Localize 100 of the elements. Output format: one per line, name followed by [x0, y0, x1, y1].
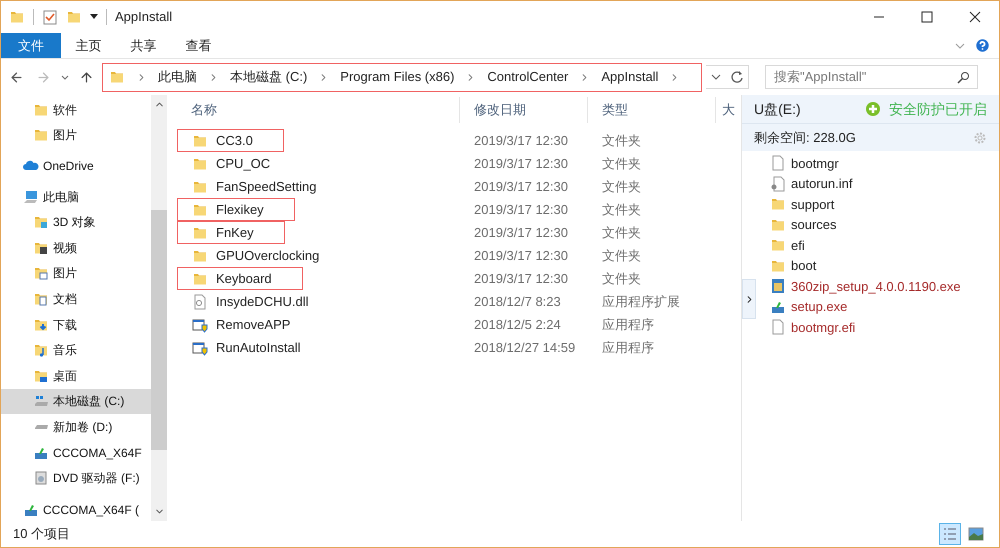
nav-item[interactable]: 下载 [1, 312, 151, 338]
file-name-cell[interactable]: InsydeDCHU.dll [177, 290, 340, 313]
nav-item[interactable]: 图片 [1, 122, 151, 148]
dropdown-icon[interactable] [90, 14, 98, 20]
nav-item[interactable]: 新加卷 (D:) [1, 414, 151, 440]
date-cell-text: 2019/3/17 12:30 [473, 200, 569, 219]
drive-title: U盘(E:) [754, 100, 801, 119]
folder-icon [770, 237, 786, 254]
folder-icon [33, 214, 49, 230]
folder-icon [9, 9, 25, 25]
nav-item[interactable]: CCCOMA_X64F [1, 440, 151, 466]
usb-file-item[interactable]: boot [770, 256, 961, 276]
nav-item[interactable]: OneDrive [1, 153, 151, 179]
breadcrumb[interactable]: 本地磁盘 (C:) [230, 67, 308, 87]
shield-plus-icon [865, 101, 881, 117]
date-cell-text: 2018/12/27 14:59 [473, 338, 576, 357]
column-header[interactable]: 修改日期 [460, 97, 588, 123]
column-header[interactable]: 名称 [177, 97, 460, 123]
folder-icon [33, 265, 49, 282]
usb-file-item[interactable]: setup.exe [770, 296, 961, 317]
nav-item[interactable]: 视频 [1, 234, 151, 261]
type-cell-text: 文件夹 [601, 224, 642, 242]
checklist-icon[interactable] [42, 9, 58, 25]
shield-window-icon [192, 340, 208, 356]
search-icon[interactable] [957, 70, 970, 84]
nav-item[interactable]: 软件 [1, 97, 151, 123]
file-name-cell[interactable]: GPUOverclocking [177, 244, 350, 267]
scrollbar[interactable] [151, 95, 167, 521]
ribbon-tab[interactable]: 查看 [171, 33, 226, 58]
file-name-cell[interactable]: RunAutoInstall [177, 336, 332, 359]
type-cell-text: 文件夹 [601, 132, 642, 150]
column-header[interactable]: 大 [716, 97, 738, 123]
usb-file-item[interactable]: efi [770, 235, 961, 256]
nav-item[interactable]: 图片 [1, 260, 151, 286]
breadcrumb[interactable]: ControlCenter [487, 67, 568, 87]
usb-file-item[interactable]: autorun.inf [770, 174, 961, 194]
list-icon [942, 526, 958, 542]
nav-item[interactable]: CCCOMA_X64F ( [1, 496, 151, 522]
up-icon[interactable] [79, 70, 94, 84]
type-cell-text: 文件夹 [601, 178, 642, 196]
breadcrumb[interactable]: AppInstall [601, 67, 658, 87]
ribbon-tab[interactable]: 文件 [1, 33, 61, 58]
nav-item[interactable]: 3D 对象 [1, 209, 151, 235]
window-title: AppInstall [115, 8, 172, 26]
help-icon[interactable] [974, 37, 991, 54]
nav-item[interactable]: DVD 驱动器 (F:) [1, 465, 151, 491]
file-name-cell[interactable]: FanSpeedSetting [177, 175, 348, 198]
type-cell-text: 应用程序扩展 [601, 292, 681, 311]
nav-item[interactable]: 桌面 [1, 362, 151, 389]
usb-file-item[interactable]: 360zip_setup_4.0.0.1190.exe [770, 276, 961, 296]
type-cell-text: 文件夹 [601, 246, 642, 265]
back-icon[interactable] [9, 70, 24, 84]
file-icon [770, 319, 786, 336]
nav-item[interactable]: 此电脑 [1, 184, 151, 210]
nav-item[interactable]: 文档 [1, 286, 151, 312]
computer-icon [23, 188, 39, 205]
search-field[interactable]: 搜索"AppInstall" [765, 64, 978, 89]
date-cell-text: 2019/3/17 12:30 [473, 246, 569, 265]
archive-icon [770, 278, 786, 294]
folder-icon [33, 127, 49, 144]
column-header[interactable]: 类型 [588, 97, 716, 123]
ribbon-tab[interactable]: 共享 [116, 33, 171, 58]
type-cell-text: 文件夹 [601, 200, 642, 219]
date-cell-text: 2018/12/7 8:23 [473, 292, 562, 311]
close-icon[interactable] [969, 11, 981, 23]
date-cell-text: 2019/3/17 12:30 [473, 132, 569, 150]
file-name-cell[interactable]: Flexikey [177, 198, 295, 221]
file-name-cell[interactable]: CC3.0 [177, 129, 284, 152]
nav-item[interactable]: 音乐 [1, 337, 151, 363]
file-name-cell[interactable]: RemoveAPP [177, 313, 322, 336]
maximize-icon[interactable] [921, 11, 933, 23]
shield-window-icon [192, 316, 208, 332]
date-cell-text: 2019/3/17 12:30 [473, 270, 569, 288]
folder-icon [33, 342, 49, 358]
breadcrumb[interactable]: Program Files (x86) [340, 67, 454, 87]
file-name-cell[interactable]: FnKey [177, 221, 285, 244]
type-cell-text: 应用程序 [601, 338, 655, 357]
dvd-drive-icon [33, 470, 49, 486]
date-cell-text: 2019/3/17 12:30 [473, 154, 569, 173]
details-view-button[interactable] [939, 523, 961, 545]
usb-file-item[interactable]: support [770, 194, 961, 214]
date-cell-text: 2019/3/17 12:30 [473, 224, 569, 242]
breadcrumb[interactable]: 此电脑 [158, 67, 197, 87]
file-name-cell[interactable]: CPU_OC [177, 152, 302, 175]
folder-icon [66, 9, 82, 25]
item-count: 10 个项目 [13, 525, 70, 544]
drive-icon [33, 424, 49, 430]
date-cell-text: 2019/3/17 12:30 [473, 178, 569, 196]
usb-file-item[interactable]: sources [770, 214, 961, 235]
file-name-cell[interactable]: Keyboard [177, 267, 303, 290]
usb-file-item[interactable]: bootmgr [770, 153, 961, 174]
date-cell-text: 2018/12/5 2:24 [473, 316, 562, 334]
address-bar[interactable]: 此电脑 本地磁盘 (C:) Program Files (x86) ControlCenter AppInstall [102, 62, 702, 92]
refresh-icon[interactable] [730, 70, 744, 84]
ribbon-tab[interactable]: 主页 [61, 33, 116, 58]
file-icon [770, 155, 786, 172]
usb-file-item[interactable]: bootmgr.efi [770, 317, 961, 338]
type-cell-text: 文件夹 [601, 154, 642, 173]
nav-item[interactable]: 本地磁盘 (C:) [1, 388, 151, 414]
type-cell-text: 文件夹 [601, 270, 642, 288]
